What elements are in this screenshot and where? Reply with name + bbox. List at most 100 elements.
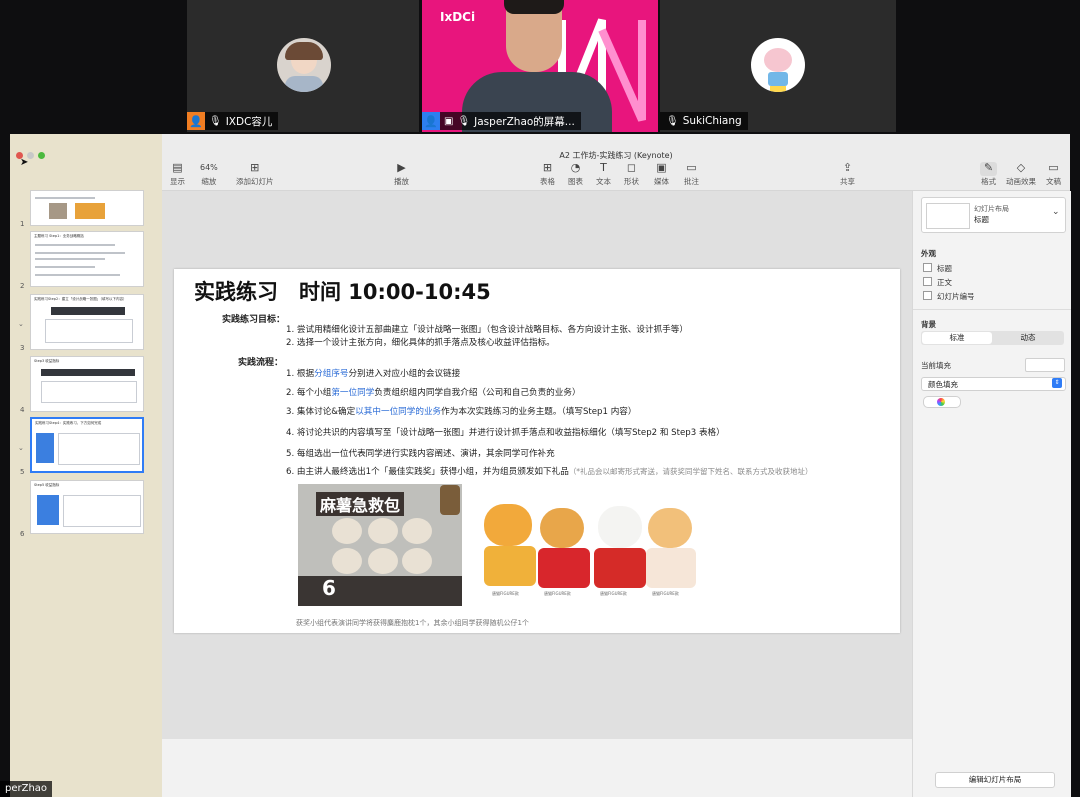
- chart-icon: ◔: [570, 161, 581, 174]
- toolbar: A2 工作坊-实践练习 (Keynote) ▤ 显示 64% 缩放 ⊞ 添加幻灯片 ▶…: [162, 134, 1070, 191]
- tab-standard[interactable]: 标准: [922, 332, 992, 344]
- background-segment: 标准 动态: [921, 331, 1064, 345]
- figure-label: 唐猫FIGURE款: [544, 591, 571, 596]
- prize-photo-figures: 唐猫FIGURE款 唐猫FIGURE款 唐猫FIGURE款 唐猫FIGURE款: [480, 488, 702, 600]
- plant-decoration: [440, 485, 460, 515]
- slide-navigator[interactable]: ➤ 1 2 主题练习 Step1：业务战略概括 ⌄ 3 实践练习Step2：建立…: [10, 134, 162, 797]
- share-button[interactable]: ⇪ 共享: [840, 162, 855, 187]
- share-icon: ⇪: [842, 161, 853, 174]
- presenter-hair: [504, 0, 564, 14]
- step-item: 6. 由主讲人最终选出1个「最佳实践奖」获得小组，并为组员颁发如下礼品（*礼品会…: [286, 467, 813, 477]
- add-slide-button[interactable]: ⊞ 添加幻灯片: [236, 162, 274, 187]
- participant-name-bar: 👤 🎙 IXDC容儿: [187, 112, 279, 130]
- media-icon: ▣: [656, 161, 667, 174]
- person-icon: 👤: [422, 112, 440, 130]
- slide-thumbnail-6[interactable]: Step5 收益指标: [30, 480, 144, 534]
- fill-color-well[interactable]: [1025, 358, 1065, 372]
- keynote-window: ➤ 1 2 主题练习 Step1：业务战略概括 ⌄ 3 实践练习Step2：建立…: [10, 134, 1071, 797]
- appearance-heading: 外观: [921, 249, 936, 258]
- body-checkbox[interactable]: [923, 277, 932, 286]
- presenter-notes-area[interactable]: [162, 739, 912, 797]
- goal-label: 实践练习目标：: [222, 315, 286, 325]
- chart-button[interactable]: ◔ 图表: [568, 162, 583, 187]
- media-button[interactable]: ▣ 媒体: [654, 162, 669, 187]
- layout-caption: 幻灯片布局: [974, 205, 1009, 213]
- comment-button[interactable]: ▭ 批注: [684, 162, 699, 187]
- slide-thumbnail-4[interactable]: Step3 收益指标: [30, 356, 144, 412]
- background-heading: 背景: [921, 320, 936, 329]
- title-checkbox[interactable]: [923, 263, 932, 272]
- slide-thumbnail-2[interactable]: 主题练习 Step1：业务战略概括: [30, 231, 144, 287]
- document-icon: ▭: [1048, 161, 1059, 174]
- mic-icon: 🎙: [666, 115, 679, 127]
- screen-share-icon: ▣: [444, 115, 454, 127]
- table-button[interactable]: ⊞ 表格: [540, 162, 555, 187]
- slide-number: 3: [20, 344, 25, 352]
- color-picker-button[interactable]: [923, 396, 961, 408]
- figure-label: 唐猫FIGURE款: [492, 591, 519, 596]
- document-button[interactable]: ▭ 文稿: [1046, 162, 1061, 187]
- slide-number: 5: [20, 468, 25, 476]
- fill-type-select[interactable]: 颜色填充 ⇕: [921, 377, 1066, 391]
- animate-button[interactable]: ◇ 动画效果: [1006, 162, 1036, 187]
- participant-name-bar: 🎙 SukiChiang: [660, 112, 748, 130]
- text-button[interactable]: T 文本: [596, 162, 611, 187]
- zoom-window-button[interactable]: [38, 152, 45, 159]
- prize-photo-package: 麻薯急救包 6: [298, 484, 462, 606]
- collapse-chevron-icon[interactable]: ⌄: [18, 320, 24, 328]
- color-wheel-icon: [937, 398, 945, 406]
- thumb-title: 实践练习Step2：建立「设计战略一张图」（填写以下内容）: [34, 297, 127, 301]
- thumb-title: Step5 收益指标: [34, 483, 60, 487]
- slide-title: 实践练习 时间 10:00-10:45: [194, 280, 491, 304]
- edit-layout-button[interactable]: 编辑幻灯片布局: [935, 772, 1055, 788]
- add-slide-icon: ⊞: [250, 161, 260, 174]
- slide-number-checkbox-label: 幻灯片编号: [937, 292, 975, 301]
- slide-layout-selector[interactable]: 幻灯片布局 标题 ⌄: [921, 197, 1066, 233]
- paintbrush-icon: ✎: [980, 162, 998, 176]
- figure-label: 唐猫FIGURE款: [600, 591, 627, 596]
- format-button[interactable]: ✎ 格式: [980, 162, 998, 187]
- format-inspector: 幻灯片布局 标题 ⌄ 外观 标题 正文 幻灯片编号 背景 标准 动态 当前填充 …: [912, 191, 1071, 797]
- mic-muted-icon: 🎙: [457, 115, 471, 127]
- layout-name: 标题: [974, 215, 989, 224]
- slide-thumbnail-1[interactable]: [30, 190, 144, 226]
- package-number: 6: [322, 576, 336, 600]
- step-item: 5. 每组选出一位代表同学进行实践内容阐述、演讲，其余同学可作补充: [286, 449, 555, 459]
- step-item: 2. 每个小组第一位同学负责组织组内同学自我介绍（公司和自己负责的业务）: [286, 388, 581, 398]
- thumb-title: 主题练习 Step1：业务战略概括: [34, 234, 84, 238]
- sidebar-icon: ▤: [172, 161, 183, 174]
- title-checkbox-label: 标题: [937, 264, 952, 273]
- table-icon: ⊞: [542, 161, 553, 174]
- zoom-control[interactable]: 64% 缩放: [200, 162, 218, 187]
- figure-label: 唐猫FIGURE款: [652, 591, 679, 596]
- goal-item: 1. 尝试用精细化设计五部曲建立「设计战略一张图」（包含设计战略目标、各方向设计…: [286, 325, 688, 335]
- shape-button[interactable]: ◻ 形状: [624, 162, 639, 187]
- select-arrows-icon: ⇕: [1052, 378, 1062, 388]
- animate-icon: ◇: [1016, 161, 1026, 174]
- step-item: 1. 根据分组序号分别进入对应小组的会议链接: [286, 369, 461, 379]
- participant-name: JasperZhao的屏幕...: [474, 115, 575, 128]
- comment-icon: ▭: [686, 161, 697, 174]
- collapse-chevron-icon[interactable]: ⌄: [18, 444, 24, 452]
- chevron-down-icon: ⌄: [1052, 207, 1060, 217]
- step-item: 4. 将讨论共识的内容填写至「设计战略一张图」并进行设计抓手落点和收益指标细化（…: [286, 428, 725, 438]
- current-slide[interactable]: 实践练习 时间 10:00-10:45 实践练习目标： 1. 尝试用精细化设计五…: [174, 269, 900, 633]
- video-tile-ixdc[interactable]: 👤 🎙 IXDC容儿: [187, 0, 419, 132]
- slide-thumbnail-5-selected[interactable]: 实践练习Step4：实践练习，下方如何完成: [30, 417, 144, 473]
- step-item: 3. 集体讨论&确定以其中一位同学的业务作为本次实践练习的业务主题。（填写Ste…: [286, 407, 637, 417]
- tab-dynamic[interactable]: 动态: [993, 332, 1063, 344]
- presenter-name-tag: perZhao: [0, 781, 53, 797]
- slide-thumbnail-3[interactable]: 实践练习Step2：建立「设计战略一张图」（填写以下内容）: [30, 294, 144, 350]
- video-tile-jasper[interactable]: IxDCi 👤 ▣ 🎙 JasperZhao的屏幕...: [422, 0, 658, 132]
- window-title: A2 工作坊-实践练习 (Keynote): [559, 151, 673, 160]
- mic-muted-icon: 🎙: [209, 115, 222, 127]
- prize-caption: 获奖小组代表演讲同学将获得麋鹿抱枕1个，其余小组同学获得随机公仔1个: [296, 619, 529, 627]
- shape-icon: ◻: [626, 161, 637, 174]
- play-icon: ▶: [397, 161, 406, 174]
- slide-number-checkbox[interactable]: [923, 291, 932, 300]
- video-tile-suki[interactable]: 🎙 SukiChiang: [660, 0, 896, 132]
- goal-item: 2. 选择一个设计主张方向，细化具体的抓手落点及核心收益评估指标。: [286, 338, 555, 348]
- participant-name-bar: 👤 ▣ 🎙 JasperZhao的屏幕...: [422, 112, 581, 130]
- play-button[interactable]: ▶ 播放: [394, 162, 409, 187]
- show-button[interactable]: ▤ 显示: [170, 162, 185, 187]
